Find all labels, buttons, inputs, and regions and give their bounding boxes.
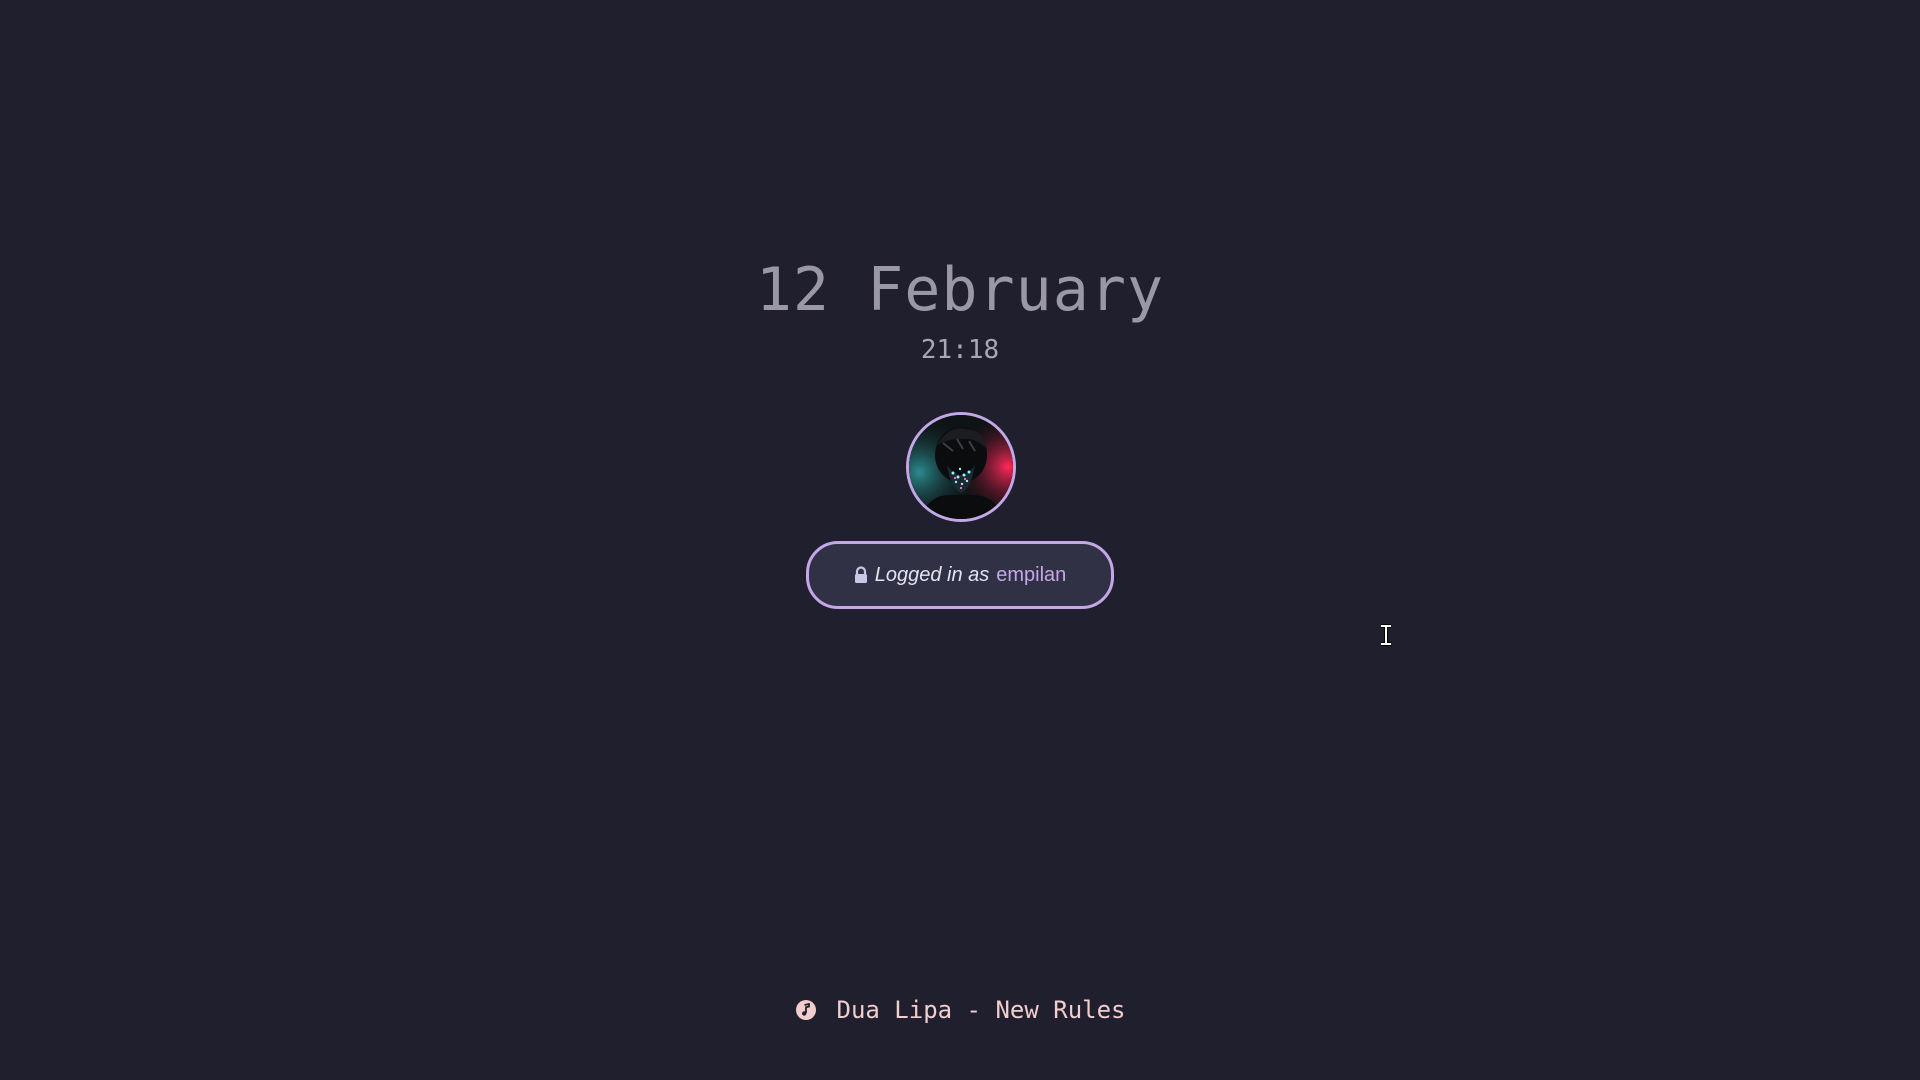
lock-screen: 12 February 21:18 Logged in as empilan D… [0, 0, 1920, 1080]
music-note-icon [795, 999, 817, 1021]
lock-icon [854, 566, 868, 584]
login-status-pill[interactable]: Logged in as empilan [806, 541, 1114, 609]
text-cursor-icon [1380, 624, 1392, 646]
now-playing: Dua Lipa - New Rules [0, 996, 1920, 1024]
clock-label: 21:18 [920, 335, 1000, 365]
avatar-image [909, 415, 1013, 519]
date-label: 12 February [755, 255, 1165, 325]
user-avatar [906, 412, 1016, 522]
login-prefix-label: Logged in as [874, 563, 990, 586]
username-label: empilan [996, 563, 1067, 586]
now-playing-label: Dua Lipa - New Rules [836, 996, 1126, 1024]
